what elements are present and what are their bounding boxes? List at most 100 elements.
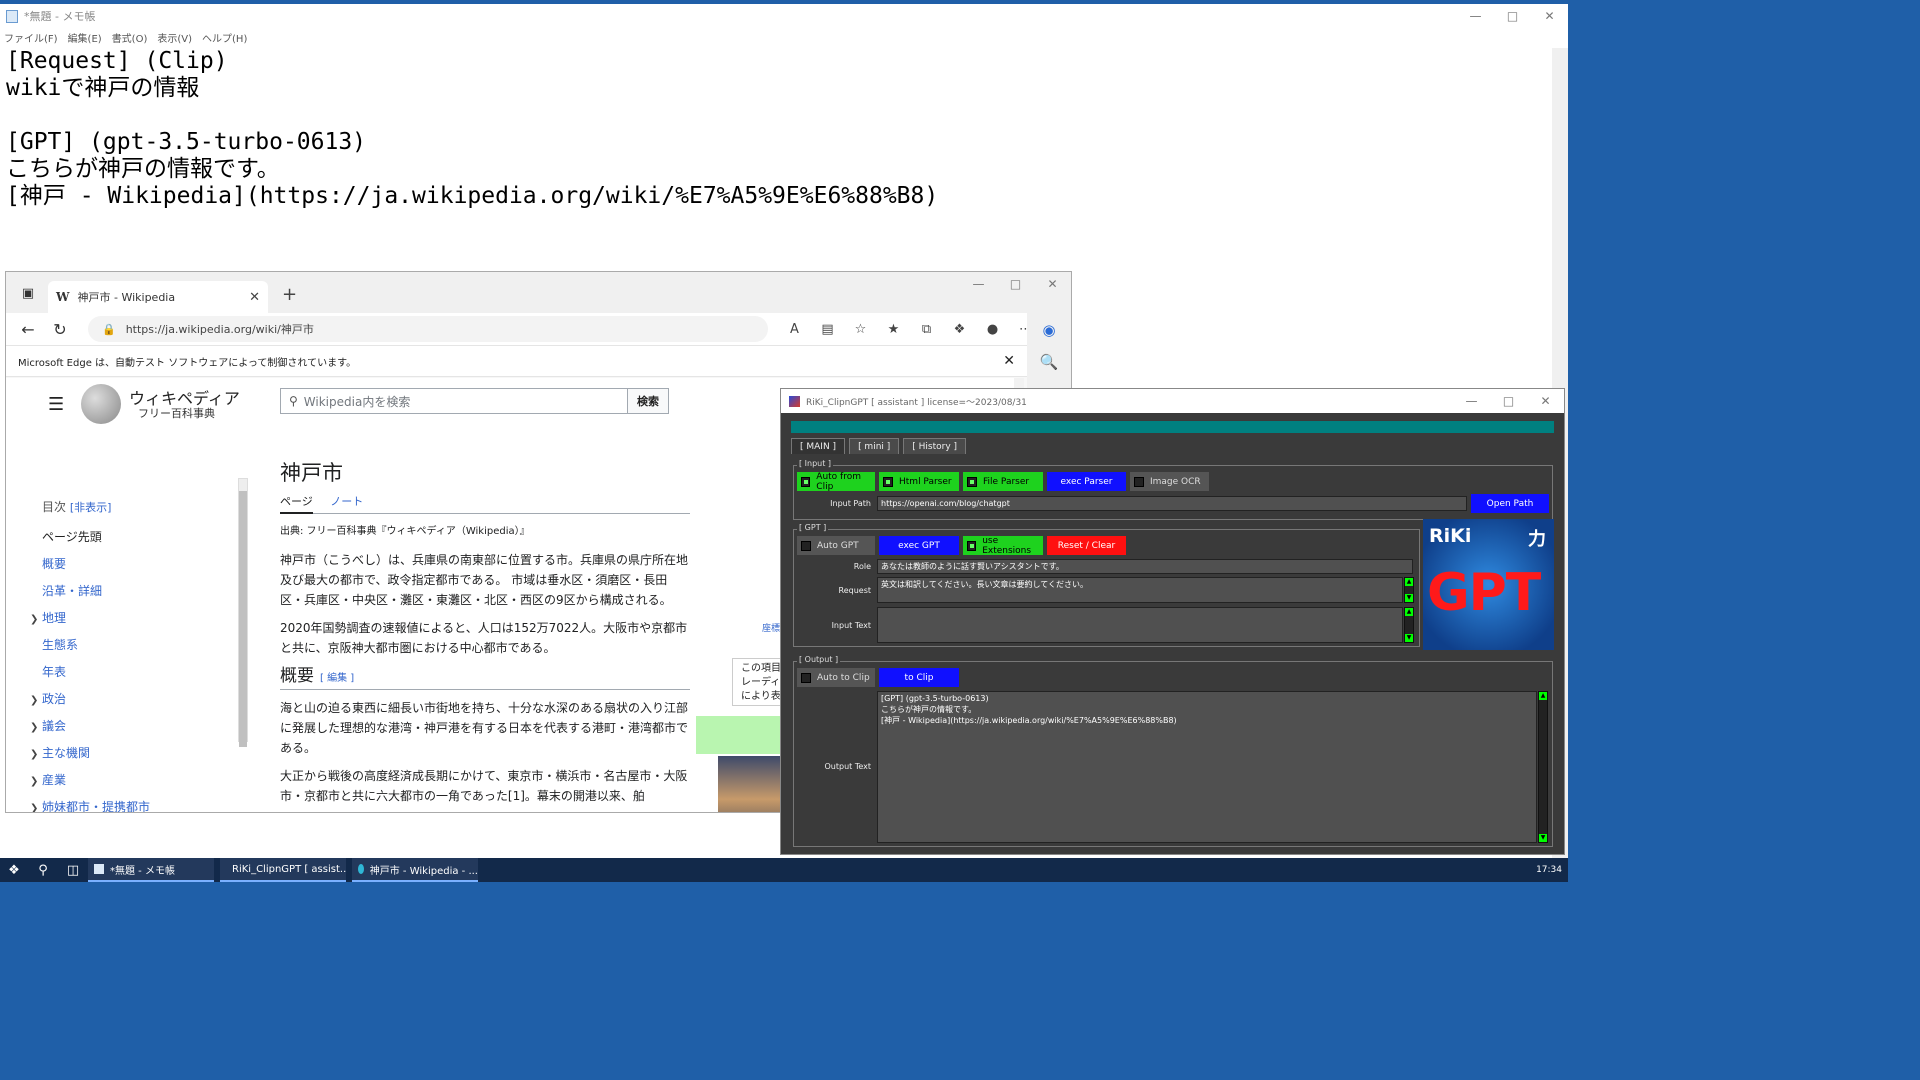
- search-icon[interactable]: 🔍: [1027, 353, 1071, 371]
- tab-close-icon[interactable]: ✕: [249, 290, 260, 305]
- scroll-up-icon[interactable]: ▲: [1539, 692, 1547, 700]
- scroll-down-icon[interactable]: ▼: [1405, 594, 1413, 602]
- input-path-field[interactable]: https://openai.com/blog/chatgpt: [877, 496, 1467, 511]
- minimize-icon[interactable]: —: [1453, 389, 1490, 413]
- read-aloud-icon[interactable]: A: [778, 322, 811, 337]
- toc-item[interactable]: 沿革・詳細: [42, 582, 242, 609]
- checkbox[interactable]: [801, 672, 811, 683]
- output-scrollbar[interactable]: ▲ ▼: [1538, 691, 1548, 843]
- favorite-icon[interactable]: ☆: [844, 322, 877, 337]
- checkbox[interactable]: [801, 540, 811, 551]
- new-tab-icon[interactable]: +: [282, 284, 297, 305]
- tab-mini[interactable]: [ mini ]: [849, 438, 900, 454]
- html-parser-button[interactable]: Html Parser: [879, 472, 959, 491]
- coordinates-link[interactable]: 座標: [762, 621, 780, 634]
- chevron-right-icon[interactable]: ❯: [30, 776, 42, 787]
- collections-icon[interactable]: ⧉: [910, 322, 943, 337]
- menu-help[interactable]: ヘルプ(H): [202, 30, 247, 45]
- toc-item[interactable]: 生態系: [42, 636, 242, 663]
- riki-titlebar[interactable]: RiKi_ClipnGPT [ assistant ] license=～202…: [781, 389, 1564, 413]
- bing-icon[interactable]: ◉: [1027, 321, 1071, 339]
- request-field[interactable]: 英文は和訳してください。長い文章は要約してください。: [877, 577, 1403, 603]
- menu-view[interactable]: 表示(V): [157, 30, 192, 45]
- checkbox[interactable]: [967, 540, 977, 551]
- extensions-icon[interactable]: ❖: [943, 322, 976, 337]
- back-icon[interactable]: ←: [12, 320, 44, 339]
- scroll-up-icon[interactable]: ▲: [1405, 608, 1413, 616]
- tab-page[interactable]: ページ: [280, 495, 313, 514]
- minimize-icon[interactable]: —: [1457, 4, 1494, 28]
- maximize-icon[interactable]: □: [997, 272, 1034, 296]
- exec-parser-button[interactable]: exec Parser: [1047, 472, 1126, 491]
- toc-item[interactable]: ❯ 姉妹都市・提携都市: [30, 798, 242, 812]
- auto-gpt-button[interactable]: Auto GPT: [797, 536, 875, 555]
- toc-item[interactable]: ❯ 議会: [30, 717, 242, 744]
- output-text-field[interactable]: [GPT] (gpt-3.5-turbo-0613) こちらが神戸の情報です。 …: [877, 691, 1537, 843]
- input-text-scrollbar[interactable]: ▲ ▼: [1404, 607, 1414, 643]
- toc-item[interactable]: ❯ 産業: [30, 771, 242, 798]
- toc-item[interactable]: ❯ 政治: [30, 690, 242, 717]
- infobar-close-icon[interactable]: ✕: [1003, 353, 1015, 369]
- input-text-field[interactable]: [877, 607, 1403, 643]
- refresh-icon[interactable]: ↻: [44, 320, 76, 339]
- close-icon[interactable]: ✕: [1527, 389, 1564, 413]
- menu-format[interactable]: 書式(O): [112, 30, 148, 45]
- close-icon[interactable]: ✕: [1531, 4, 1568, 28]
- menu-edit[interactable]: 編集(E): [68, 30, 102, 45]
- favorites-icon[interactable]: ★: [877, 322, 910, 337]
- toc-item[interactable]: 年表: [42, 663, 242, 690]
- request-scrollbar[interactable]: ▲ ▼: [1404, 577, 1414, 603]
- auto-from-clip-button[interactable]: Auto from Clip: [797, 472, 875, 492]
- file-parser-button[interactable]: File Parser: [963, 472, 1043, 491]
- checkbox[interactable]: [801, 476, 811, 487]
- checkbox[interactable]: [967, 476, 977, 487]
- taskbar-edge[interactable]: 神戸市 - Wikipedia - ...: [352, 858, 478, 882]
- scroll-down-icon[interactable]: ▼: [1539, 834, 1547, 842]
- notepad-text-area[interactable]: [Request] (Clip) wikiで神戸の情報 [GPT] (gpt-3…: [6, 48, 938, 210]
- image-ocr-button[interactable]: Image OCR: [1130, 472, 1209, 491]
- notepad-titlebar[interactable]: *無題 - メモ帳 — □ ✕: [0, 4, 1568, 28]
- chevron-right-icon[interactable]: ❯: [30, 722, 42, 733]
- toc-item[interactable]: ❯ 主な機関: [30, 744, 242, 771]
- windows-start-icon[interactable]: ❖: [0, 863, 28, 878]
- wikipedia-logo[interactable]: [81, 384, 121, 424]
- checkbox[interactable]: [883, 476, 893, 487]
- immersive-reader-icon[interactable]: ▤: [811, 322, 844, 337]
- toc-hide-link[interactable]: [非表示]: [70, 501, 112, 514]
- chevron-right-icon[interactable]: ❯: [30, 749, 42, 760]
- tab-talk[interactable]: ノート: [330, 495, 363, 508]
- menu-file[interactable]: ファイル(F): [4, 30, 58, 45]
- minimize-icon[interactable]: —: [960, 272, 997, 296]
- chevron-right-icon[interactable]: ❯: [30, 803, 42, 812]
- tab-main[interactable]: [ MAIN ]: [791, 438, 846, 454]
- to-clip-button[interactable]: to Clip: [879, 668, 959, 687]
- tab-history[interactable]: [ History ]: [903, 438, 967, 454]
- scroll-down-icon[interactable]: ▼: [1405, 634, 1413, 642]
- use-extensions-button[interactable]: use Extensions: [963, 536, 1043, 556]
- checkbox[interactable]: [1134, 476, 1144, 487]
- clock[interactable]: 17:34: [1536, 865, 1562, 875]
- profile-icon[interactable]: ●: [976, 322, 1009, 337]
- tab-actions-icon[interactable]: ▣: [16, 281, 40, 305]
- chevron-right-icon[interactable]: ❯: [30, 695, 42, 706]
- close-icon[interactable]: ✕: [1034, 272, 1071, 296]
- exec-gpt-button[interactable]: exec GPT: [879, 536, 959, 555]
- wiki-search-button[interactable]: 検索: [627, 388, 669, 414]
- toc-item[interactable]: ❯ 地理: [30, 609, 242, 636]
- search-icon[interactable]: ⚲: [28, 863, 58, 878]
- maximize-icon[interactable]: □: [1490, 389, 1527, 413]
- wiki-search-input[interactable]: ⚲ Wikipedia内を検索: [280, 388, 628, 414]
- reset-clear-button[interactable]: Reset / Clear: [1047, 536, 1126, 555]
- task-view-icon[interactable]: ◫: [58, 863, 88, 878]
- auto-to-clip-button[interactable]: Auto to Clip: [797, 668, 875, 687]
- menu-icon[interactable]: ☰: [48, 394, 64, 415]
- role-field[interactable]: あなたは教師のように話す賢いアシスタントです。: [877, 559, 1413, 574]
- url-input[interactable]: 🔒 https://ja.wikipedia.org/wiki/神戸市: [88, 316, 768, 342]
- taskbar-riki[interactable]: RiKi_ClipnGPT [ assist...: [220, 858, 346, 882]
- lock-icon[interactable]: 🔒: [102, 323, 116, 336]
- toc-item-top[interactable]: ページ先頭: [42, 528, 242, 555]
- taskbar-notepad[interactable]: *無題 - メモ帳: [88, 858, 214, 882]
- tab-kobe-wikipedia[interactable]: W 神戸市 - Wikipedia ✕: [48, 281, 268, 313]
- toc-item[interactable]: 概要: [42, 555, 242, 582]
- maximize-icon[interactable]: □: [1494, 4, 1531, 28]
